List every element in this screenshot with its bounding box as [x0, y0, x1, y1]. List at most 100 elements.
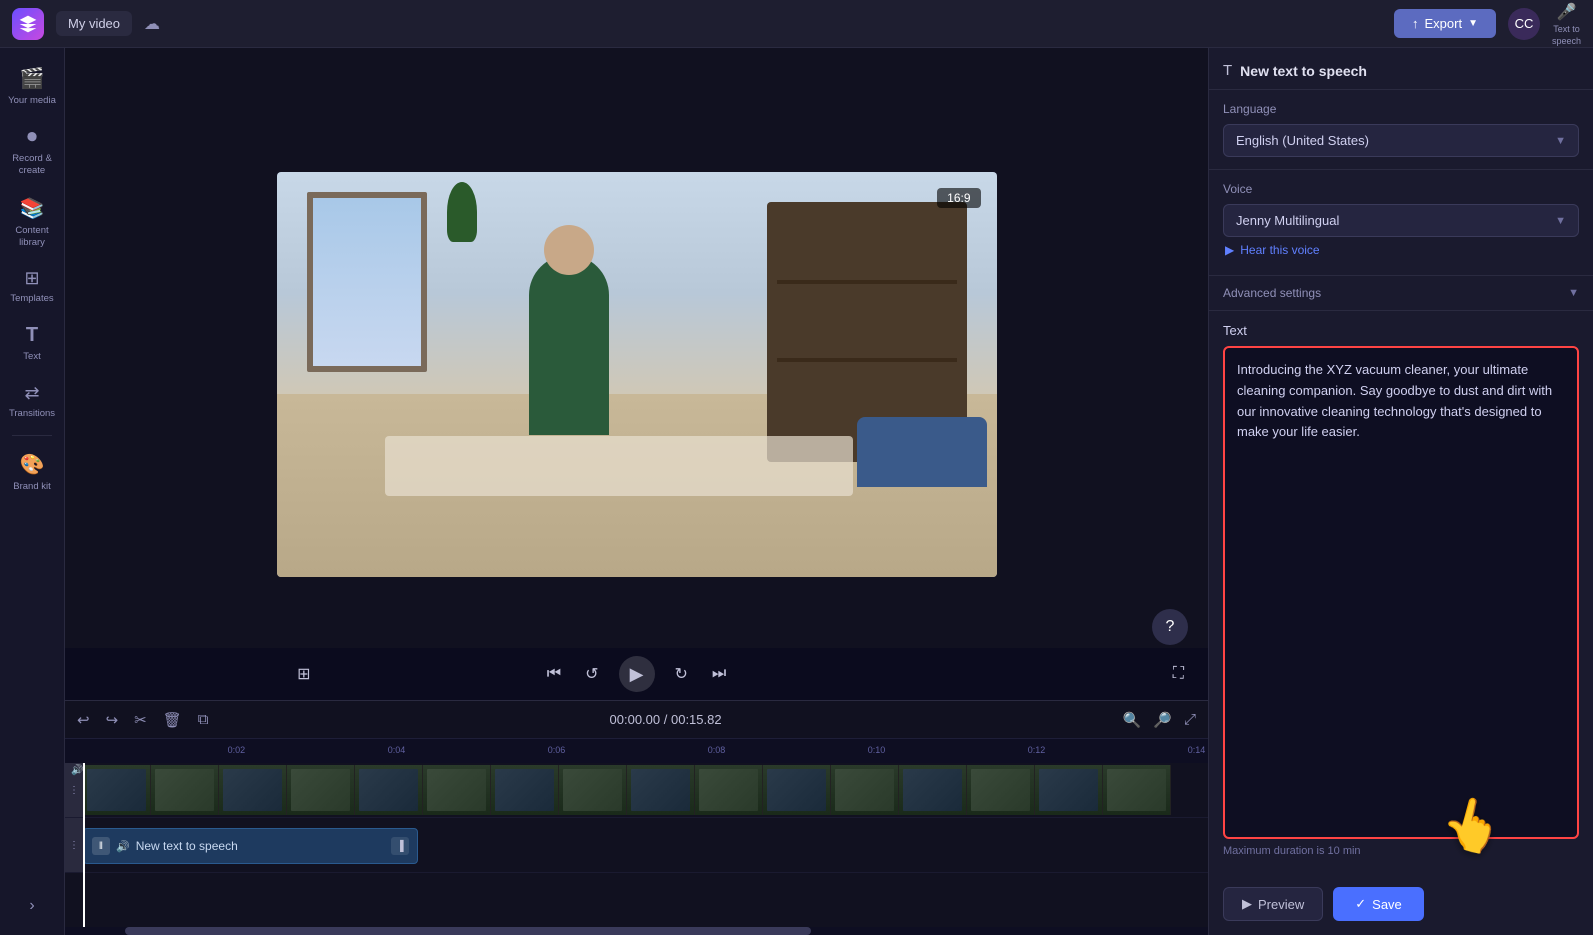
- redo-button[interactable]: ↪: [104, 709, 121, 731]
- sidebar-item-templates[interactable]: ⊞ Templates: [3, 260, 61, 312]
- timeline-area: ↩ ↪ ✂ 🗑 ⧉ 00:00.00 / 00:15.82 🔍 🔎 ⤢: [65, 700, 1208, 935]
- timeline-timecode: 00:00.00 / 00:15.82: [223, 712, 1109, 727]
- tts-panel-title: New text to speech: [1240, 63, 1367, 79]
- zoom-in-button[interactable]: 🔎: [1151, 709, 1174, 731]
- save-check-icon: ✓: [1355, 896, 1366, 912]
- film-frame: [695, 765, 763, 815]
- advanced-settings-label: Advanced settings: [1223, 286, 1321, 300]
- play-pause-button[interactable]: ▶: [619, 656, 655, 692]
- text-section: Text Maximum duration is 10 min: [1209, 311, 1593, 877]
- film-frame: [899, 765, 967, 815]
- left-sidebar: 🎬 Your media ⏺ Record &create 📚 Contentl…: [0, 48, 65, 935]
- ruler-mark-7: 0:14: [1188, 745, 1206, 755]
- aspect-ratio-badge[interactable]: 16:9: [937, 188, 980, 208]
- zoom-out-button[interactable]: 🔍: [1121, 709, 1144, 731]
- sidebar-item-content-library[interactable]: 📚 Contentlibrary: [3, 188, 61, 256]
- sidebar-item-label: Text: [23, 351, 40, 362]
- skip-back-button[interactable]: ⏮: [543, 661, 565, 687]
- center-area: 16:9 ? ⊞ ⏮ ↺ ▶ ↻ ⏭ ⛶: [65, 48, 1208, 935]
- advanced-settings-row[interactable]: Advanced settings ▼: [1209, 276, 1593, 311]
- templates-icon: ⊞: [24, 268, 39, 289]
- film-frame: [763, 765, 831, 815]
- tts-clip-label: New text to speech: [136, 839, 385, 853]
- timeline-scrollbar-thumb[interactable]: [125, 927, 811, 935]
- voice-dropdown[interactable]: Jenny Multilingual ▼: [1223, 204, 1579, 237]
- max-duration-label: Maximum duration is 10 min: [1223, 845, 1579, 857]
- film-frame: [1103, 765, 1171, 815]
- transitions-icon: ⇄: [24, 383, 39, 404]
- language-label: Language: [1223, 102, 1579, 116]
- text-input[interactable]: [1223, 346, 1579, 839]
- rewind-button[interactable]: ↺: [581, 660, 602, 688]
- scene-sofa: [857, 417, 987, 487]
- tts-header-icon: T: [1223, 62, 1232, 79]
- save-button[interactable]: ✓ Save: [1333, 887, 1424, 921]
- timeline-scrollbar[interactable]: [65, 927, 1208, 935]
- tts-pause-button[interactable]: ‖: [92, 837, 110, 855]
- fit-timeline-button[interactable]: ⤢: [1182, 709, 1198, 730]
- expand-sidebar-icon[interactable]: ›: [19, 887, 44, 925]
- video-preview: 16:9 ? ⊞ ⏮ ↺ ▶ ↻ ⏭ ⛶: [65, 48, 1208, 700]
- timeline-zoom-controls: 🔍 🔎 ⤢: [1121, 709, 1198, 731]
- sidebar-item-label: Transitions: [9, 408, 55, 419]
- topbar: My video ☁ ↑ Export ▼ CC 🎤 Text tospeech: [0, 0, 1593, 48]
- sidebar-item-transitions[interactable]: ⇄ Transitions: [3, 375, 61, 427]
- project-name[interactable]: My video: [56, 11, 132, 36]
- cloud-save-icon[interactable]: ☁: [144, 14, 160, 34]
- film-frame: [831, 765, 899, 815]
- video-track-row: ⋮ 🔊: [65, 763, 1208, 818]
- advanced-settings-chevron-icon: ▼: [1568, 287, 1579, 299]
- voice-dropdown-arrow: ▼: [1555, 215, 1566, 227]
- thumbnail-grid-icon[interactable]: ⊞: [293, 660, 314, 688]
- scene-carpet: [385, 436, 853, 496]
- film-frame: [1035, 765, 1103, 815]
- film-frame: [355, 765, 423, 815]
- language-dropdown[interactable]: English (United States) ▼: [1223, 124, 1579, 157]
- copy-button[interactable]: ⧉: [196, 709, 211, 730]
- preview-button[interactable]: ▶ Preview: [1223, 887, 1323, 921]
- timeline-ruler: 0:02 0:04 0:06 0:08 0:10 0:12 0:14: [65, 739, 1208, 763]
- tts-panel: T New text to speech Language English (U…: [1208, 48, 1593, 935]
- sidebar-item-your-media[interactable]: 🎬 Your media: [3, 58, 61, 114]
- voice-section: Voice Jenny Multilingual ▼ ▶ Hear this v…: [1209, 170, 1593, 276]
- delete-button[interactable]: 🗑: [161, 709, 184, 731]
- film-frame: [219, 765, 287, 815]
- language-dropdown-arrow: ▼: [1555, 135, 1566, 147]
- captions-icon[interactable]: CC: [1508, 8, 1540, 40]
- skip-forward-button[interactable]: ⏭: [708, 661, 730, 687]
- tts-track-clip[interactable]: ‖ 🔊 New text to speech ▐: [83, 828, 418, 864]
- undo-button[interactable]: ↩: [75, 709, 92, 731]
- film-frame: [491, 765, 559, 815]
- sidebar-item-text[interactable]: T Text: [3, 316, 61, 370]
- voice-label: Voice: [1223, 182, 1579, 196]
- video-track-content[interactable]: [83, 765, 1208, 815]
- help-button[interactable]: ?: [1152, 609, 1188, 645]
- hear-voice-button[interactable]: ▶ Hear this voice: [1223, 237, 1322, 263]
- sidebar-item-label: Your media: [8, 95, 56, 106]
- export-chevron-icon: ▼: [1468, 18, 1478, 29]
- fast-forward-button[interactable]: ↻: [671, 660, 692, 688]
- sidebar-item-record-create[interactable]: ⏺ Record &create: [3, 118, 61, 184]
- tts-panel-header: T New text to speech: [1209, 48, 1593, 90]
- scene-window: [307, 192, 427, 372]
- language-section: Language English (United States) ▼: [1209, 90, 1593, 170]
- export-icon: ↑: [1412, 16, 1419, 31]
- content-library-icon: 📚: [20, 196, 45, 221]
- cut-button[interactable]: ✂: [132, 709, 149, 731]
- film-frame: [627, 765, 695, 815]
- film-frame: [83, 765, 151, 815]
- ruler-mark-6: 0:12: [1028, 745, 1046, 755]
- text-to-speech-icon[interactable]: 🎤 Text tospeech: [1552, 2, 1581, 46]
- main-layout: 🎬 Your media ⏺ Record &create 📚 Contentl…: [0, 48, 1593, 935]
- your-media-icon: 🎬: [20, 66, 45, 91]
- sidebar-item-brand-kit[interactable]: 🎨 Brand kit: [3, 444, 61, 500]
- app-logo: [12, 8, 44, 40]
- timeline-tracks: ⋮ 🔊: [65, 763, 1208, 927]
- fullscreen-button[interactable]: ⛶: [1169, 661, 1188, 687]
- export-button[interactable]: ↑ Export ▼: [1394, 9, 1496, 38]
- film-frame: [287, 765, 355, 815]
- tts-track-handle[interactable]: ⋮: [65, 818, 83, 872]
- sidebar-item-label: Brand kit: [13, 481, 51, 492]
- tts-end-handle[interactable]: ▐: [391, 837, 409, 855]
- scene-plant: [447, 182, 477, 242]
